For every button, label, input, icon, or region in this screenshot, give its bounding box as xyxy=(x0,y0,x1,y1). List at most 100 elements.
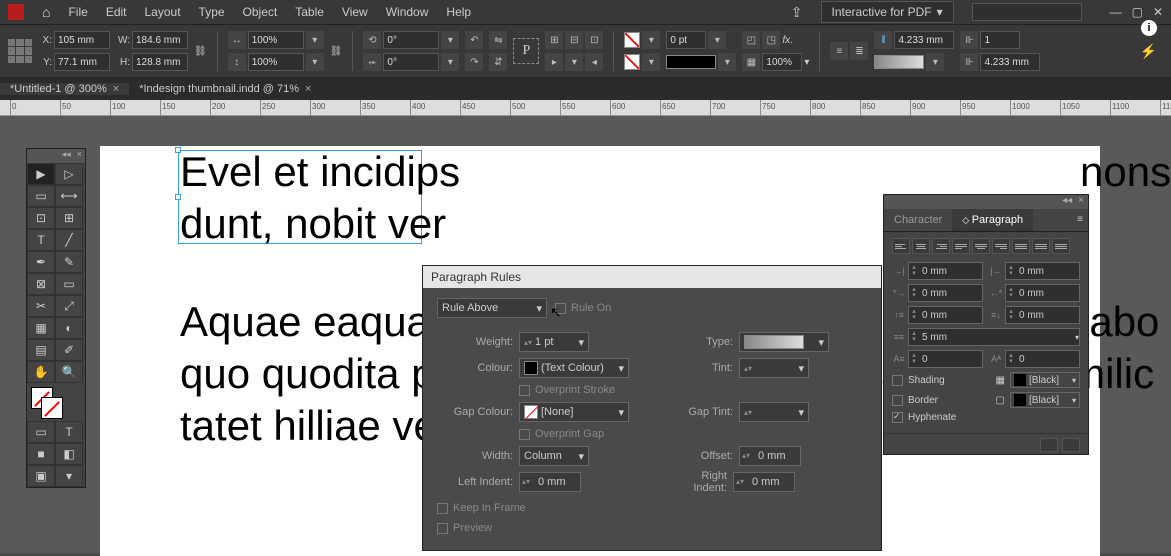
dd-icon[interactable]: ▾ xyxy=(718,53,736,71)
scissors-tool[interactable]: ✂ xyxy=(27,295,55,317)
view-mode-icon[interactable]: ▣ xyxy=(27,465,55,487)
border-icon[interactable]: ▢ xyxy=(996,395,1005,406)
menu-help[interactable]: Help xyxy=(446,5,471,19)
shear-input[interactable] xyxy=(383,53,439,71)
menu-view[interactable]: View xyxy=(342,5,368,19)
info-icon[interactable]: i xyxy=(1141,20,1157,36)
border-color-dropdown[interactable]: [Black]▾ xyxy=(1010,392,1080,408)
reference-point-icon[interactable] xyxy=(8,39,32,63)
dd-icon[interactable]: ▾ xyxy=(708,31,726,49)
home-icon[interactable]: ⌂ xyxy=(42,4,50,20)
border-checkbox[interactable]: Border ▢ [Black]▾ xyxy=(892,392,1080,408)
scale-y-input[interactable] xyxy=(248,53,304,71)
rectangle-tool[interactable]: ▭ xyxy=(55,273,83,295)
close-icon[interactable]: × xyxy=(305,83,311,95)
gradient-swatch-tool[interactable]: ▦ xyxy=(27,317,55,339)
rotate-ccw-icon[interactable]: ↶ xyxy=(465,31,483,49)
stroke-style-swatch[interactable] xyxy=(666,55,716,69)
rotate-input[interactable] xyxy=(383,31,439,49)
stroke-weight-input[interactable] xyxy=(666,31,706,49)
fill-swatch-icon[interactable] xyxy=(624,32,640,48)
search-input[interactable] xyxy=(972,3,1082,21)
align-icon[interactable]: ⊟ xyxy=(565,31,583,49)
menu-edit[interactable]: Edit xyxy=(106,5,127,19)
selection-tool[interactable]: ▶ xyxy=(27,163,55,185)
gradient-swatch[interactable] xyxy=(874,55,924,69)
shading-color-dropdown[interactable]: [Black]▾ xyxy=(1010,372,1080,388)
content-placer-tool[interactable]: ⊞ xyxy=(55,207,83,229)
apply-gradient-icon[interactable]: ◧ xyxy=(55,443,83,465)
corner-icon[interactable]: ◳ xyxy=(762,31,780,49)
textwrap-icon[interactable]: ≣ xyxy=(850,42,868,60)
gap-tool[interactable]: ⟷ xyxy=(55,185,83,207)
cols-icon[interactable]: ⫴ xyxy=(874,31,892,49)
note-tool[interactable]: ▤ xyxy=(27,339,55,361)
tint-dropdown[interactable]: ▴▾▾ xyxy=(739,358,809,378)
weight-dropdown[interactable]: ▴▾1 pt▾ xyxy=(519,332,589,352)
close-icon[interactable]: × xyxy=(113,83,119,95)
dd-icon[interactable]: ▾ xyxy=(306,31,324,49)
share-icon[interactable]: ⇪ xyxy=(791,4,803,21)
flip-v-icon[interactable]: ⇵ xyxy=(489,53,507,71)
wrap-icon[interactable]: ▦ xyxy=(742,53,760,71)
collapse-icon[interactable]: ◂◂ xyxy=(1062,195,1072,209)
menu-object[interactable]: Object xyxy=(243,5,278,19)
pencil-tool[interactable]: ✎ xyxy=(55,251,83,273)
menu-window[interactable]: Window xyxy=(386,5,429,19)
dd-icon[interactable]: ▾ xyxy=(306,53,324,71)
textwrap-icon[interactable]: ≡ xyxy=(830,42,848,60)
type-tool[interactable]: T xyxy=(27,229,55,251)
space-after-input[interactable]: ▴▾0 mm xyxy=(1005,306,1080,324)
rule-on-checkbox[interactable]: Rule On xyxy=(555,302,611,314)
gap-colour-dropdown[interactable]: [None]▾ xyxy=(519,402,629,422)
lightning-icon[interactable]: ⚡ xyxy=(1140,43,1157,60)
align-icon[interactable]: ▾ xyxy=(565,53,583,71)
align-center-button[interactable] xyxy=(912,238,930,254)
w-input[interactable] xyxy=(132,31,188,49)
justify-left-button[interactable] xyxy=(952,238,970,254)
gap-tint-dropdown[interactable]: ▴▾▾ xyxy=(739,402,809,422)
gradient-tool[interactable]: ◐ xyxy=(55,317,83,339)
cols-icon[interactable]: ⊪ xyxy=(960,53,978,71)
minimize-icon[interactable]: — xyxy=(1110,5,1122,19)
space-before-input[interactable]: ▴▾0 mm xyxy=(908,306,983,324)
type-dropdown[interactable]: ▾ xyxy=(739,332,829,352)
indent-right-input[interactable]: ▴▾0 mm xyxy=(1005,262,1080,280)
dd-icon[interactable]: ▾ xyxy=(642,53,660,71)
apply-color-icon[interactable]: ■ xyxy=(27,443,55,465)
align-left-button[interactable] xyxy=(892,238,910,254)
y-input[interactable] xyxy=(54,53,110,71)
justify-all-button[interactable] xyxy=(1012,238,1030,254)
link-icon[interactable]: ⛓ xyxy=(330,46,343,57)
dd-icon[interactable]: ▾ xyxy=(926,53,944,71)
stroke-swatch[interactable] xyxy=(41,397,63,419)
view-mode-dd-icon[interactable]: ▾ xyxy=(55,465,83,487)
preview-checkbox[interactable]: Preview xyxy=(437,522,492,534)
justify-center-button[interactable] xyxy=(972,238,990,254)
close-icon[interactable]: × xyxy=(77,149,82,163)
panel-btn-icon[interactable] xyxy=(1040,438,1058,452)
line-tool[interactable]: ╱ xyxy=(55,229,83,251)
col-count-input[interactable] xyxy=(980,31,1020,49)
first-line-input[interactable]: ▴▾0 mm xyxy=(908,284,983,302)
colour-dropdown[interactable]: (Text Colour)▾ xyxy=(519,358,629,378)
dd-icon[interactable]: ▾ xyxy=(804,57,809,68)
link-icon[interactable]: ⛓ xyxy=(194,46,207,57)
width-dropdown[interactable]: Column▾ xyxy=(519,446,589,466)
corner-icon[interactable]: ◰ xyxy=(742,31,760,49)
dropcap-lines-input[interactable]: ▴▾0 xyxy=(908,350,983,368)
tab-paragraph[interactable]: ◇ Paragraph xyxy=(952,209,1033,231)
content-collector-tool[interactable]: ⊡ xyxy=(27,207,55,229)
indent-left-input[interactable]: ▴▾0 mm xyxy=(908,262,983,280)
maximize-icon[interactable]: ▢ xyxy=(1132,5,1143,19)
rectangle-frame-tool[interactable]: ⊠ xyxy=(27,273,55,295)
container-format-icon[interactable]: ▭ xyxy=(27,421,55,443)
align-spine-button[interactable] xyxy=(1032,238,1050,254)
align-icon[interactable]: ⊞ xyxy=(545,31,563,49)
x-input[interactable] xyxy=(54,31,110,49)
collapse-icon[interactable]: ◂◂ xyxy=(62,149,71,163)
zoom-tool[interactable]: 🔍 xyxy=(55,361,83,383)
align-icon[interactable]: ◂ xyxy=(585,53,603,71)
justify-right-button[interactable] xyxy=(992,238,1010,254)
menu-type[interactable]: Type xyxy=(199,5,225,19)
